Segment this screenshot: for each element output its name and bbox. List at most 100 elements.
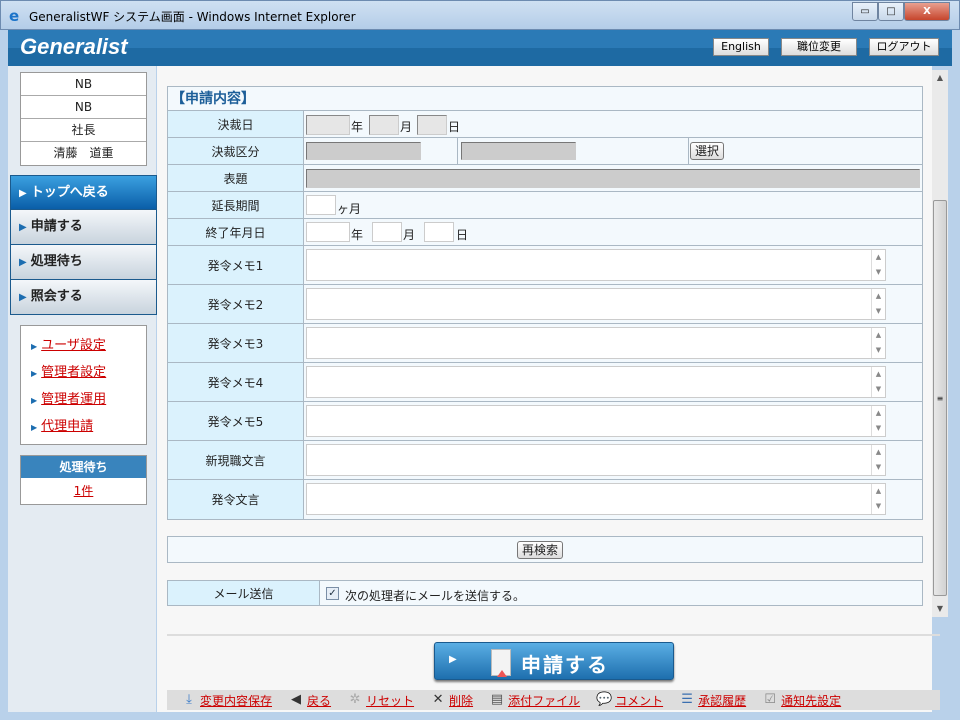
toolbar-label[interactable]: 添付ファイル [508,692,580,709]
scrollbar[interactable]: ▲ ≡ ▼ [932,70,948,617]
row-decision-type: 決裁区分 選択 [168,138,922,165]
field-label: 決裁日 [168,111,304,137]
memo-5-textarea[interactable]: ▲ ▼ [306,405,886,437]
row-order-text: 発令文言 ▲ ▼ [168,480,922,519]
user-info-name: 清藤 道重 [53,146,114,160]
unit-label: ヶ月 [337,202,362,216]
toolbar-label[interactable]: コメント [615,692,663,709]
memo-3-textarea[interactable]: ▲ ▼ [306,327,886,359]
link-admin-operation[interactable]: 管理者運用 [41,392,106,407]
toolbar-label[interactable]: 承認履歴 [698,692,746,709]
maximize-button[interactable]: □ [878,2,904,21]
toolbar-delete[interactable]: ✕ 削除 [430,692,473,709]
toolbar-label[interactable]: 削除 [449,692,473,709]
toolbar-back[interactable]: ◀ 戻る [288,692,331,709]
triangle-icon: ▶ [31,369,38,378]
triangle-icon: ▶ [19,292,27,303]
logout-button[interactable]: ログアウト [869,38,939,56]
link-user-settings[interactable]: ユーザ設定 [41,338,106,353]
field-label: 発令文言 [168,480,304,519]
link-admin-settings[interactable]: 管理者設定 [41,365,106,380]
divider [167,634,940,636]
decision-year-input[interactable] [306,115,350,135]
toolbar-save[interactable]: ⤓ 変更内容保存 [181,692,272,709]
textarea-scrollbar[interactable]: ▲ ▼ [871,328,885,358]
textarea-scrollbar[interactable]: ▲ ▼ [871,445,885,475]
document-upload-icon [491,649,511,677]
memo-1-textarea[interactable]: ▲ ▼ [306,249,886,281]
logo: Generalist [20,34,128,59]
research-bar: 再検索 [167,536,923,563]
ie-icon: e [9,7,20,25]
decision-day-input[interactable] [417,115,447,135]
nav-label: 処理待ち [30,254,83,269]
nav-pending[interactable]: ▶ 処理待ち [10,245,157,280]
pending-count-link[interactable]: 1件 [74,484,94,498]
scroll-thumb[interactable]: ≡ [933,200,947,596]
unit-label: 月 [403,228,416,242]
nav-apply[interactable]: ▶ 申請する [10,210,157,245]
toolbar-label[interactable]: リセット [366,692,414,709]
toolbar-notify[interactable]: ☑ 通知先設定 [762,692,841,709]
end-year-input[interactable] [306,222,350,242]
back-arrow-icon: ◀ [291,692,302,707]
nav-top[interactable]: ▶ トップへ戻る [10,175,157,210]
extension-months-input[interactable] [306,195,336,215]
row-memo-1: 発令メモ1 ▲ ▼ [168,246,922,285]
research-button[interactable]: 再検索 [517,541,564,559]
mail-checkbox[interactable]: ✓ [326,587,339,600]
decision-type-name-input[interactable] [461,142,576,160]
english-button[interactable]: English [713,38,769,56]
textarea-scrollbar[interactable]: ▲ ▼ [871,367,885,397]
submit-button[interactable]: ▶ 申請する [434,642,674,680]
window-title: GeneralistWF システム画面 - Windows Internet E… [29,10,356,24]
textarea-scrollbar[interactable]: ▲ ▼ [871,406,885,436]
toolbar-comment[interactable]: 💬 コメント [596,692,663,709]
triangle-icon: ▶ [449,654,457,665]
row-end-date: 終了年月日 年 月 日 [168,219,922,246]
field-label: 発令メモ3 [168,324,304,362]
new-position-textarea[interactable]: ▲ ▼ [306,444,886,476]
mail-label: メール送信 [168,581,320,605]
toolbar-label[interactable]: 通知先設定 [781,692,841,709]
link-proxy-apply[interactable]: 代理申請 [41,419,93,434]
pending-title: 処理待ち [21,456,146,478]
reset-icon: ✲ [349,692,361,707]
field-label: 発令メモ1 [168,246,304,284]
unit-label: 月 [400,120,413,134]
window-titlebar: e GeneralistWF システム画面 - Windows Internet… [0,0,960,30]
unit-label: 年 [351,228,364,242]
change-position-button[interactable]: 職位変更 [781,38,857,56]
scroll-down-icon[interactable]: ▼ [932,601,948,617]
minimize-button[interactable]: ▭ [852,2,878,21]
user-info-dept: NB [21,96,146,119]
memo-4-textarea[interactable]: ▲ ▼ [306,366,886,398]
field-label: 終了年月日 [168,219,304,245]
end-month-input[interactable] [372,222,402,242]
settings-links: ▶ ユーザ設定 ▶ 管理者設定 ▶ 管理者運用 ▶ 代理申請 [20,325,147,445]
nav-inquiry[interactable]: ▶ 照会する [10,280,157,315]
mail-checkbox-label: 次の処理者にメールを送信する。 [345,589,526,603]
nav-label: トップへ戻る [30,185,109,200]
triangle-icon: ▶ [31,423,38,432]
end-day-input[interactable] [424,222,454,242]
row-subject: 表題 [168,165,922,192]
scroll-up-icon[interactable]: ▲ [932,70,948,86]
order-textarea[interactable]: ▲ ▼ [306,483,886,515]
close-button[interactable]: X [904,2,950,21]
select-button[interactable]: 選択 [690,142,725,160]
decision-month-input[interactable] [369,115,399,135]
memo-2-textarea[interactable]: ▲ ▼ [306,288,886,320]
textarea-scrollbar[interactable]: ▲ ▼ [871,289,885,319]
textarea-scrollbar[interactable]: ▲ ▼ [871,484,885,514]
toolbar-attachment[interactable]: ▤ 添付ファイル [489,692,580,709]
row-memo-5: 発令メモ5 ▲ ▼ [168,402,922,441]
sidebar: NB NB 社長 清藤 道重 ▶ トップへ戻る ▶ 申請する ▶ 処理待ち ▶ 照会する… [8,66,157,712]
decision-type-code-input[interactable] [306,142,421,160]
toolbar-label[interactable]: 戻る [307,692,331,709]
toolbar-reset[interactable]: ✲ リセット [347,692,414,709]
toolbar-label[interactable]: 変更内容保存 [200,692,272,709]
textarea-scrollbar[interactable]: ▲ ▼ [871,250,885,280]
toolbar-history[interactable]: ☰ 承認履歴 [679,692,746,709]
subject-input[interactable] [306,169,920,188]
